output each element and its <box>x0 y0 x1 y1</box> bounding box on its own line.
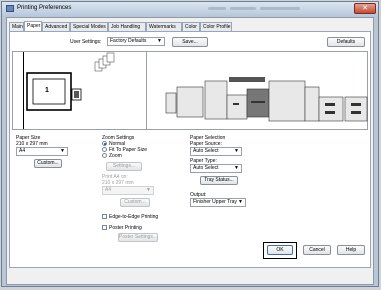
defaults-button[interactable]: Defaults <box>327 37 365 47</box>
paper-source-value: Auto Select <box>193 148 219 154</box>
cancel-button[interactable]: Cancel <box>303 245 331 255</box>
blurred-title-detail <box>208 7 226 10</box>
chevron-down-icon: ▼ <box>157 38 162 44</box>
title-bar: Printing Preferences ✕ <box>2 2 378 16</box>
chevron-down-icon: ▼ <box>234 148 239 154</box>
tab-watermarks[interactable]: Watermarks <box>146 22 182 31</box>
chevron-down-icon: ▼ <box>238 199 243 205</box>
print-on-custom-button[interactable]: Custom... <box>120 198 150 207</box>
edge-to-edge-label: Edge-to-Edge Printing <box>109 214 159 220</box>
printing-preferences-window: Printing Preferences ✕ Main Paper Advanc… <box>1 1 379 287</box>
blurred-title-detail <box>230 7 256 10</box>
zoom-zoom-radio[interactable] <box>102 153 107 158</box>
tab-color-profile[interactable]: Color Profile <box>200 22 232 31</box>
paper-tab-page: User Settings: Factory Defaults ▼ Save...… <box>9 31 371 268</box>
zoom-fit-radio[interactable] <box>102 147 107 152</box>
tab-main[interactable]: Main <box>9 22 24 31</box>
tab-advanced[interactable]: Advanced <box>42 22 70 31</box>
poster-settings-button[interactable]: Poster Settings... <box>118 233 158 242</box>
preview-divider <box>146 52 147 129</box>
close-icon: ✕ <box>362 5 368 12</box>
preview-panel: 1 <box>12 51 368 130</box>
tab-paper[interactable]: Paper <box>24 21 42 31</box>
printer-illustration <box>165 77 368 122</box>
user-settings-value: Factory Defaults <box>110 38 147 44</box>
poster-printing-checkbox[interactable] <box>102 225 107 230</box>
zoom-normal-radio[interactable] <box>102 141 107 146</box>
paper-size-value: A4 <box>19 148 26 154</box>
user-settings-select[interactable]: Factory Defaults ▼ <box>107 37 165 46</box>
chevron-down-icon: ▼ <box>60 148 65 154</box>
paper-type-select[interactable]: Auto Select ▼ <box>190 164 242 173</box>
save-settings-button[interactable]: Save... <box>172 37 208 47</box>
zoom-settings-button[interactable]: Settings... <box>106 162 142 171</box>
preview-page-number: 1 <box>45 87 49 94</box>
user-settings-label: User Settings: <box>70 39 102 45</box>
chevron-down-icon: ▼ <box>234 165 239 171</box>
tab-job-handling[interactable]: Job Handling <box>108 22 146 31</box>
print-on-value: A4 <box>105 187 112 193</box>
blurred-title-detail <box>260 7 300 10</box>
dialog-client: Main Paper Advanced Special Modes Job Ha… <box>6 17 374 285</box>
ok-button[interactable]: OK <box>267 245 293 255</box>
window-title: Printing Preferences <box>17 5 72 11</box>
help-button[interactable]: Help <box>337 245 365 255</box>
tab-color[interactable]: Color <box>182 22 200 31</box>
tray-status-button[interactable]: Tray Status... <box>200 176 238 185</box>
paper-type-value: Auto Select <box>193 165 219 171</box>
paper-preview-graphic <box>23 52 115 129</box>
edge-to-edge-checkbox[interactable] <box>102 214 107 219</box>
poster-printing-label: Poster Printing <box>109 225 142 231</box>
print-on-select[interactable]: A4 ▼ <box>102 186 154 195</box>
paper-source-select[interactable]: Auto Select ▼ <box>190 147 242 156</box>
tab-special-modes[interactable]: Special Modes <box>70 22 108 31</box>
chevron-down-icon: ▼ <box>146 187 151 193</box>
paper-size-select[interactable]: A4 ▼ <box>16 147 68 156</box>
close-button[interactable]: ✕ <box>354 3 376 14</box>
paper-size-custom-button[interactable]: Custom... <box>34 159 62 168</box>
printer-icon <box>6 5 14 12</box>
output-select[interactable]: Finisher Upper Tray ▼ <box>190 198 246 207</box>
zoom-zoom-label: Zoom <box>109 153 122 159</box>
output-value: Finisher Upper Tray <box>193 199 237 205</box>
